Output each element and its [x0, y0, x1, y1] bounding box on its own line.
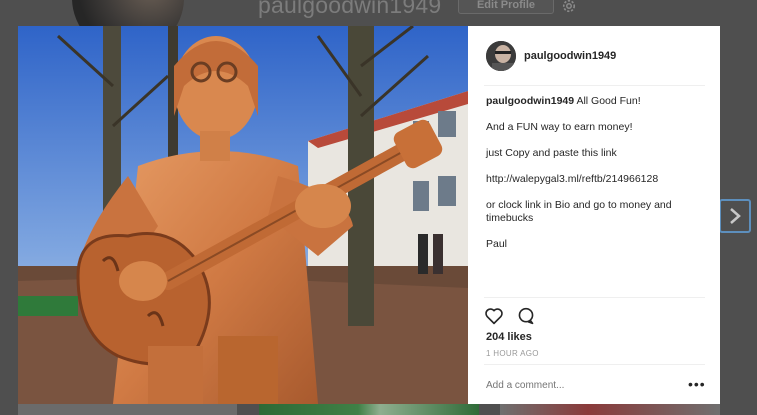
- post-caption: paulgoodwin1949 All Good Fun! And a FUN …: [486, 95, 708, 264]
- caption-link: http://walepygal3.ml/reftb/214966128: [486, 173, 659, 185]
- caption-text: All Good Fun!: [576, 95, 641, 107]
- edit-profile-button[interactable]: Edit Profile: [458, 0, 554, 14]
- post-actions: [484, 307, 536, 330]
- heart-icon[interactable]: [484, 307, 504, 330]
- post-photo: [18, 26, 468, 404]
- post-header: paulgoodwin1949: [486, 41, 616, 71]
- grid-thumbnail[interactable]: [18, 404, 237, 415]
- caption-username-link[interactable]: paulgoodwin1949: [486, 95, 574, 107]
- post-sidebar: paulgoodwin1949 paulgoodwin1949 All Good…: [468, 26, 720, 404]
- post-modal: paulgoodwin1949 paulgoodwin1949 All Good…: [18, 26, 720, 404]
- like-count[interactable]: 204 likes: [486, 331, 532, 343]
- comment-bubble-icon[interactable]: [516, 307, 536, 330]
- next-post-button[interactable]: [719, 199, 751, 233]
- caption-signature: Paul: [486, 238, 508, 250]
- avatar[interactable]: [486, 41, 516, 71]
- gear-icon[interactable]: [560, 0, 578, 15]
- divider: [484, 364, 705, 365]
- divider: [484, 85, 705, 86]
- caption-line: just Copy and paste this link: [486, 147, 617, 159]
- grid-thumbnail[interactable]: [500, 404, 720, 415]
- post-timestamp: 1 HOUR AGO: [486, 349, 539, 358]
- caption-line: or clock link in Bio and go to money and…: [486, 199, 672, 224]
- more-options-icon[interactable]: •••: [688, 376, 706, 392]
- divider: [484, 297, 705, 298]
- caption-line: And a FUN way to earn money!: [486, 121, 633, 133]
- profile-username: paulgoodwin1949: [258, 0, 442, 18]
- post-username-link[interactable]: paulgoodwin1949: [524, 50, 616, 62]
- chevron-right-icon: [730, 208, 741, 224]
- grid-thumbnail[interactable]: [259, 404, 479, 415]
- comment-input[interactable]: [486, 380, 666, 391]
